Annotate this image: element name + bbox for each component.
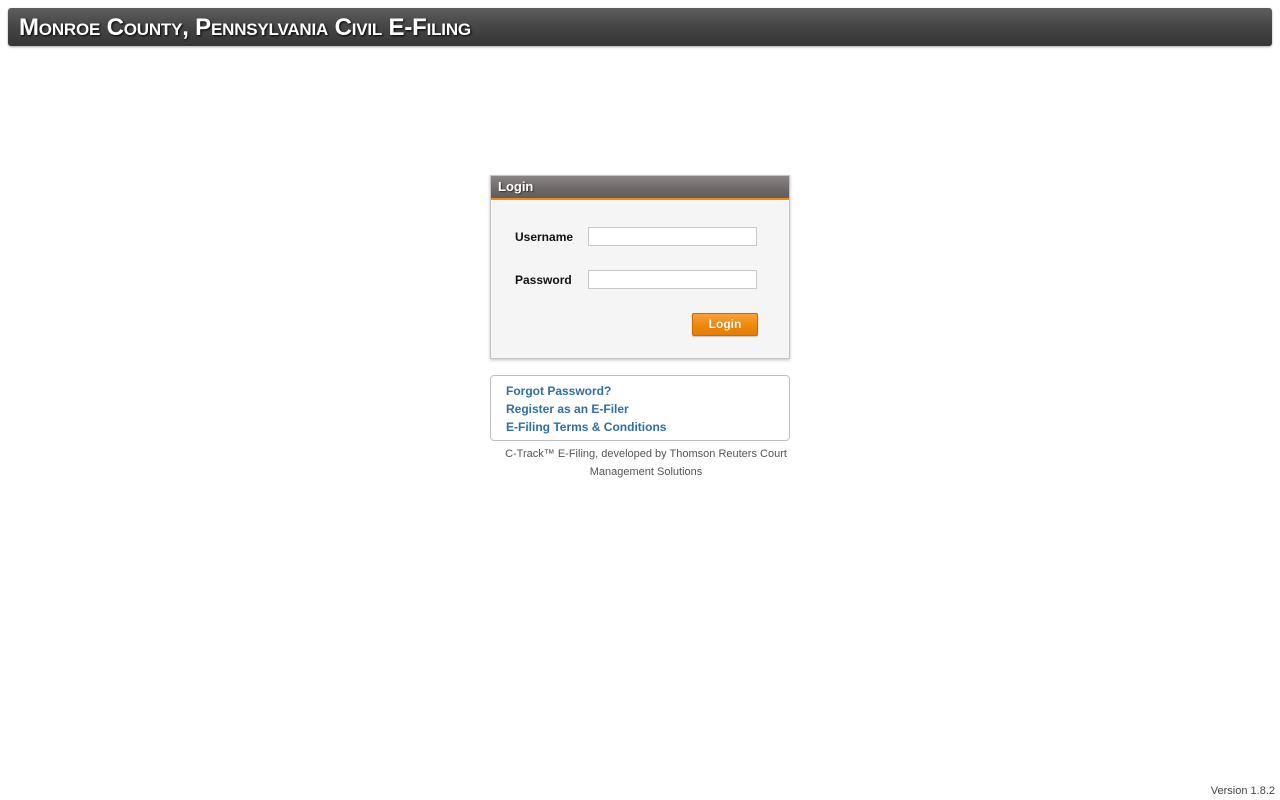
terms-conditions-link[interactable]: E-Filing Terms & Conditions xyxy=(506,420,666,434)
register-efiler-link[interactable]: Register as an E-Filer xyxy=(506,402,629,416)
forgot-password-link[interactable]: Forgot Password? xyxy=(506,384,611,398)
login-panel: Login Username Password Login xyxy=(490,175,790,359)
login-panel-title: Login xyxy=(498,179,534,194)
footer-credit: C-Track™ E-Filing, developed by Thomson … xyxy=(500,445,792,481)
username-input[interactable] xyxy=(588,227,757,246)
footer-credit-line2: Management Solutions xyxy=(589,466,703,478)
help-links-box: Forgot Password? Register as an E-Filer … xyxy=(490,375,790,441)
app-header: Monroe County, Pennsylvania Civil E-Fili… xyxy=(8,8,1272,46)
password-label: Password xyxy=(515,273,572,287)
page-title: Monroe County, Pennsylvania Civil E-Fili… xyxy=(19,14,471,41)
login-button[interactable]: Login xyxy=(692,313,758,336)
password-input[interactable] xyxy=(588,270,757,289)
version-label: Version 1.8.2 xyxy=(1210,785,1275,797)
footer-credit-line1: C-Track™ E-Filing, developed by Thomson … xyxy=(505,448,787,460)
username-label: Username xyxy=(515,230,574,244)
login-panel-header: Login xyxy=(491,176,789,200)
